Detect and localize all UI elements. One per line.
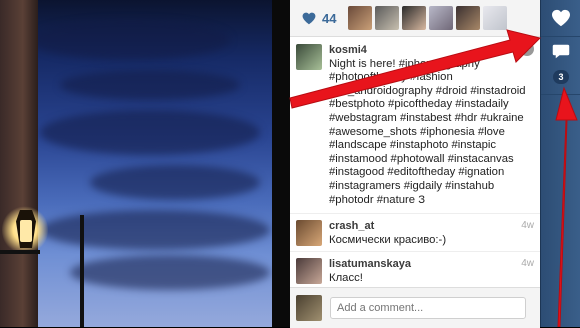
comment-time: 4w [521,220,534,232]
lamp-pole [80,215,84,327]
avatar[interactable] [296,258,322,285]
action-rail: 3 [540,0,580,327]
photo-frame-edge [272,0,290,327]
liker-avatar[interactable] [429,6,454,30]
caption-text: Night is here! #iphoneography #photoofth… [329,57,526,206]
list-item: crash_at Космически красиво:-) 4w [290,213,540,251]
liker-avatar[interactable] [348,6,373,30]
comments-list: kosmi4 Night is here! #iphoneography #ph… [290,36,540,292]
street-lamp-light [20,220,32,242]
avatar [296,295,322,321]
lamp-arm [0,250,40,254]
comment-button[interactable]: 3 [541,36,580,95]
liker-avatar[interactable] [375,6,400,30]
heart-icon [552,9,570,27]
comment-text: Класс! [329,271,363,284]
comment-username[interactable]: kosmi4 [329,44,529,58]
comment-username[interactable]: crash_at [329,220,529,234]
like-button[interactable] [541,0,580,37]
liker-avatar[interactable] [456,6,481,30]
avatar[interactable] [296,220,322,247]
comment-composer [290,287,540,328]
heart-icon [302,12,316,24]
avatar[interactable] [296,44,322,70]
caption-comment: kosmi4 Night is here! #iphoneography #ph… [290,36,540,211]
post-details-panel: 44 kosmi4 Night is here! #iphoneography … [290,0,540,328]
likes-count[interactable]: 44 [322,11,336,26]
comment-text: Космически красиво:-) [329,233,447,246]
post-photo[interactable] [0,0,272,327]
comment-count-badge: 3 [553,70,569,84]
speech-bubble-icon [552,44,570,59]
comment-input[interactable] [330,297,526,319]
likes-bar: 44 [290,0,540,37]
close-icon[interactable]: × [520,42,534,56]
comment-username[interactable]: lisatumanskaya [329,258,529,272]
building-silhouette [0,0,38,327]
liker-avatar[interactable] [402,6,427,30]
list-item: lisatumanskaya Класс! 4w [290,251,540,289]
liker-avatar[interactable] [483,6,508,30]
comment-time: 4w [521,258,534,270]
